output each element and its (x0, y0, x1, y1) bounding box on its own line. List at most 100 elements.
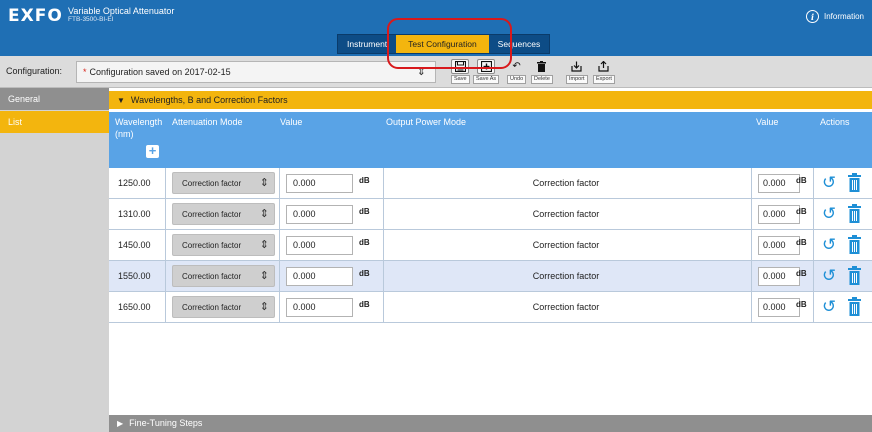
attenuation-mode-select[interactable]: Correction factor ⇕ (172, 296, 275, 318)
updown-arrows-icon: ⇕ (259, 208, 269, 220)
output-value-input[interactable]: 0.000 (758, 236, 800, 255)
attenuation-mode-select[interactable]: Correction factor ⇕ (172, 172, 275, 194)
export-button[interactable]: Export (593, 59, 615, 85)
reset-row-icon[interactable]: ↺ (822, 205, 836, 222)
attenuation-value-input[interactable]: 0.000 (286, 298, 353, 317)
configuration-value-text: Configuration saved on 2017-02-15 (89, 67, 231, 77)
header-attenuation-mode: Attenuation Mode (172, 117, 243, 127)
header-value-2: Value (756, 117, 779, 127)
cell-divider (279, 230, 280, 260)
attenuation-mode-select[interactable]: Correction factor ⇕ (172, 203, 275, 225)
db-unit-label: dB (796, 269, 807, 278)
delete-label: Delete (531, 75, 553, 84)
cell-divider (813, 261, 814, 291)
attenuation-mode-value: Correction factor (182, 241, 242, 250)
wavelength-value: 1250.00 (118, 178, 151, 188)
attenuation-value-input[interactable]: 0.000 (286, 267, 353, 286)
attenuation-mode-select[interactable]: Correction factor ⇕ (172, 234, 275, 256)
output-value-input[interactable]: 0.000 (758, 174, 800, 193)
output-power-mode-value: Correction factor (532, 302, 600, 312)
fine-tuning-title: Fine-Tuning Steps (129, 418, 203, 428)
delete-row-icon[interactable] (848, 266, 861, 285)
cell-divider (751, 292, 752, 322)
cell-divider (813, 292, 814, 322)
section-wavelengths-header[interactable]: ▼ Wavelengths, B and Correction Factors (109, 91, 872, 109)
header-value: Value (280, 117, 303, 127)
attenuation-mode-value: Correction factor (182, 210, 242, 219)
wavelength-value: 1310.00 (118, 209, 151, 219)
delete-button[interactable]: Delete (531, 59, 553, 85)
sidebar-item-list[interactable]: List (0, 111, 109, 133)
annotation-highlight-circle (387, 18, 512, 69)
db-unit-label: dB (359, 300, 370, 309)
app-model: FTB-3500-BI-EI (68, 16, 114, 23)
header-actions: Actions (820, 117, 850, 127)
reset-row-icon[interactable]: ↺ (822, 236, 836, 253)
add-wavelength-button[interactable]: + (146, 144, 159, 158)
delete-row-icon[interactable] (848, 173, 861, 192)
db-unit-label: dB (796, 176, 807, 185)
cell-divider (279, 261, 280, 291)
table-row[interactable]: 1450.00 Correction factor ⇕ 0.000 dB Corr… (109, 230, 872, 261)
cell-divider (279, 292, 280, 322)
information-button[interactable]: i Information (805, 10, 864, 23)
attenuation-value-input[interactable]: 0.000 (286, 205, 353, 224)
output-power-mode-value: Correction factor (532, 271, 600, 281)
trash-icon (533, 59, 551, 74)
expand-triangle-icon: ▶ (117, 419, 124, 428)
app-title: Variable Optical Attenuator (68, 6, 175, 16)
import-button[interactable]: Import (566, 59, 588, 85)
cell-divider (279, 199, 280, 229)
configuration-select[interactable]: * Configuration saved on 2017-02-15 ⇕ (76, 61, 436, 83)
attenuation-mode-select[interactable]: Correction factor ⇕ (172, 265, 275, 287)
cell-divider (165, 261, 166, 291)
reset-row-icon[interactable]: ↺ (822, 298, 836, 315)
save-label: Save (451, 75, 470, 84)
exfo-logo: EXFO (8, 6, 63, 26)
configuration-value: * Configuration saved on 2017-02-15 (83, 67, 231, 77)
updown-arrows-icon: ⇕ (259, 270, 269, 282)
reset-row-icon[interactable]: ↺ (822, 174, 836, 191)
sidebar: General List (0, 88, 109, 432)
attenuation-value-input[interactable]: 0.000 (286, 174, 353, 193)
attenuation-mode-value: Correction factor (182, 179, 242, 188)
output-power-mode-value: Correction factor (532, 209, 600, 219)
cell-divider (279, 168, 280, 198)
cell-divider (165, 230, 166, 260)
cell-divider (165, 168, 166, 198)
table-row[interactable]: 1650.00 Correction factor ⇕ 0.000 dB Corr… (109, 292, 872, 323)
table-row[interactable]: 1310.00 Correction factor ⇕ 0.000 dB Corr… (109, 199, 872, 230)
wavelength-table-body: 1250.00 Correction factor ⇕ 0.000 dB Corr… (109, 168, 872, 323)
cell-divider (751, 168, 752, 198)
attenuation-value-input[interactable]: 0.000 (286, 236, 353, 255)
delete-row-icon[interactable] (848, 297, 861, 316)
delete-row-icon[interactable] (848, 235, 861, 254)
section-fine-tuning-header[interactable]: ▶ Fine-Tuning Steps (109, 415, 872, 432)
main-panel: ▼ Wavelengths, B and Correction Factors W… (109, 88, 872, 432)
attenuation-mode-value: Correction factor (182, 303, 242, 312)
header-wavelength-unit: (nm) (115, 129, 134, 139)
sidebar-item-general[interactable]: General (0, 88, 109, 110)
reset-row-icon[interactable]: ↺ (822, 267, 836, 284)
output-value-input[interactable]: 0.000 (758, 267, 800, 286)
updown-arrows-icon: ⇕ (259, 177, 269, 189)
cell-divider (751, 261, 752, 291)
table-row[interactable]: 1250.00 Correction factor ⇕ 0.000 dB Corr… (109, 168, 872, 199)
cell-divider (813, 168, 814, 198)
attenuation-mode-value: Correction factor (182, 272, 242, 281)
cell-divider (165, 199, 166, 229)
information-label: Information (823, 12, 864, 21)
db-unit-label: dB (359, 269, 370, 278)
table-header: Wavelength (nm) + Attenuation Mode Value… (109, 112, 872, 168)
cell-divider (813, 199, 814, 229)
db-unit-label: dB (359, 207, 370, 216)
wavelength-value: 1650.00 (118, 302, 151, 312)
delete-row-icon[interactable] (848, 204, 861, 223)
output-value-input[interactable]: 0.000 (758, 298, 800, 317)
configuration-label: Configuration: (6, 66, 63, 76)
output-value-input[interactable]: 0.000 (758, 205, 800, 224)
export-icon (595, 59, 613, 74)
db-unit-label: dB (359, 238, 370, 247)
table-row-selected[interactable]: 1550.00 Correction factor ⇕ 0.000 dB Corr… (109, 261, 872, 292)
cell-divider (751, 230, 752, 260)
